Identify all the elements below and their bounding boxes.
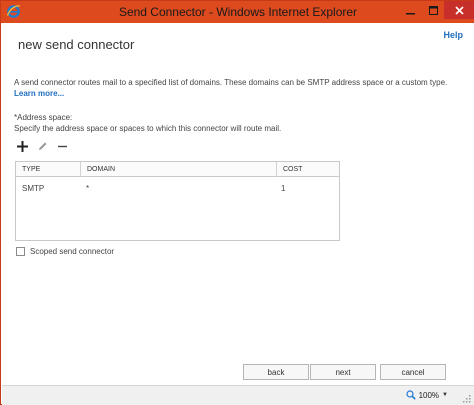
close-icon <box>455 5 464 15</box>
table-header: TYPE DOMAIN COST <box>16 162 339 177</box>
page-content: Help new send connector A send connector… <box>2 23 474 385</box>
close-button[interactable] <box>444 1 474 19</box>
maximize-icon <box>428 5 438 15</box>
zoom-magnifier-icon <box>405 390 416 400</box>
minimize-button[interactable] <box>398 1 422 19</box>
cell-type: SMTP <box>22 184 45 193</box>
help-link[interactable]: Help <box>443 30 463 40</box>
plus-icon <box>16 140 28 152</box>
address-space-label: *Address space: <box>14 113 73 122</box>
learn-more-link[interactable]: Learn more... <box>14 89 64 98</box>
resize-grip-icon[interactable] <box>462 394 471 403</box>
pencil-icon <box>38 142 46 150</box>
cancel-button[interactable]: cancel <box>380 364 446 380</box>
maximize-button[interactable] <box>422 1 444 19</box>
chevron-down-icon: ▼ <box>442 392 448 398</box>
browser-window: Send Connector - Windows Internet Explor… <box>0 0 474 405</box>
description-text: A send connector routes mail to a specif… <box>14 77 454 99</box>
table-row[interactable]: SMTP * 1 <box>16 182 339 196</box>
edit-button[interactable] <box>36 140 48 152</box>
column-header-domain[interactable]: DOMAIN <box>80 162 276 177</box>
page-title: new send connector <box>18 37 135 52</box>
scoped-send-connector-option: Scoped send connector <box>16 247 114 256</box>
remove-button[interactable] <box>56 140 68 152</box>
cell-domain: * <box>86 184 90 193</box>
column-header-cost[interactable]: COST <box>276 162 339 177</box>
description-body: A send connector routes mail to a specif… <box>14 78 448 87</box>
cell-cost: 1 <box>281 184 286 193</box>
add-button[interactable] <box>16 140 28 152</box>
address-space-toolbar <box>16 139 68 153</box>
column-header-type[interactable]: TYPE <box>16 162 80 177</box>
next-button[interactable]: next <box>310 364 376 380</box>
zoom-level: 100% <box>418 390 440 400</box>
zoom-control[interactable]: 100% ▼ <box>405 390 448 400</box>
address-space-table: TYPE DOMAIN COST SMTP * 1 <box>15 161 340 241</box>
address-space-description: Specify the address space or spaces to w… <box>14 124 282 133</box>
title-bar: Send Connector - Windows Internet Explor… <box>1 1 474 23</box>
scoped-send-connector-label: Scoped send connector <box>30 247 115 256</box>
back-button[interactable]: back <box>243 364 309 380</box>
minus-icon <box>57 145 67 147</box>
scoped-send-connector-checkbox[interactable] <box>16 247 25 256</box>
status-bar: 100% ▼ <box>2 385 474 405</box>
minimize-icon <box>405 12 415 14</box>
